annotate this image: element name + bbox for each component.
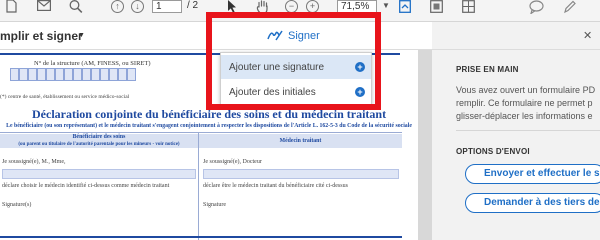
export-icon[interactable] [398,0,412,14]
getting-started-text: Vous avez ouvert un formulaire PD rempli… [456,85,596,121]
beneficiary-signature-label: Signature(s) [2,202,32,208]
column-divider [198,132,199,240]
fit-icon[interactable] [429,0,443,14]
app-window: ↑ ↓ 1 / 2 − + 71,5% ▼ mplir et signer ▼ … [0,0,600,240]
arrow-up-icon[interactable]: ↑ [111,0,124,13]
request-signatures-button[interactable]: Demander à des tiers de s [465,193,600,213]
divider [0,236,402,238]
beneficiary-name-label: Je soussigné(e), M., Mme, [2,159,66,165]
chevron-down-icon[interactable]: ▼ [382,0,390,12]
doctor-signature-label: Signature [203,202,226,208]
panel-header: ✕ [432,22,600,50]
document-margin [418,50,432,240]
page-number-input[interactable]: 1 [152,0,182,13]
structure-note: (*) centre de santé, établissement ou se… [0,94,130,100]
doctor-declaration-text: déclare être le médecin traitant du béné… [203,183,348,189]
comment-icon[interactable] [528,0,544,15]
mail-icon[interactable] [36,0,52,14]
page-total: / 2 [187,0,199,11]
beneficiary-name-field[interactable] [2,169,196,179]
arrow-down-icon[interactable]: ↓ [131,0,144,13]
structure-number-label: N° de la structure (AM, FINESS, ou SIRET… [34,60,151,67]
send-options-heading: OPTIONS D'ENVOI [456,147,530,156]
getting-started-heading: PRISE EN MAIN [456,65,519,74]
beneficiary-header: Bénéficiaire des soins (ou parent ou tit… [0,134,198,148]
structure-number-field[interactable] [10,68,136,81]
pen-icon[interactable] [562,0,576,14]
doctor-name-label: Je soussigné(e), Docteur [203,159,262,165]
doctor-name-field[interactable] [203,169,399,179]
send-and-sign-button[interactable]: Envoyer et effectuer le s [465,164,600,184]
page-icon[interactable] [4,0,18,14]
right-panel: ✕ PRISE EN MAIN Vous avez ouvert un form… [432,22,600,240]
chevron-down-icon[interactable]: ▼ [78,32,85,39]
declaration-subtitle: Le bénéficiaire (ou son représentant) et… [6,123,412,129]
highlight-box [206,12,381,110]
divider [456,130,600,131]
fill-sign-title[interactable]: mplir et signer [0,29,83,43]
search-icon[interactable] [68,0,84,14]
doctor-header: Médecin traitant [199,134,402,148]
close-icon[interactable]: ✕ [583,29,592,42]
grid-icon[interactable] [461,0,475,14]
beneficiary-declaration-text: déclare choisir le médecin identifié ci-… [2,183,170,189]
